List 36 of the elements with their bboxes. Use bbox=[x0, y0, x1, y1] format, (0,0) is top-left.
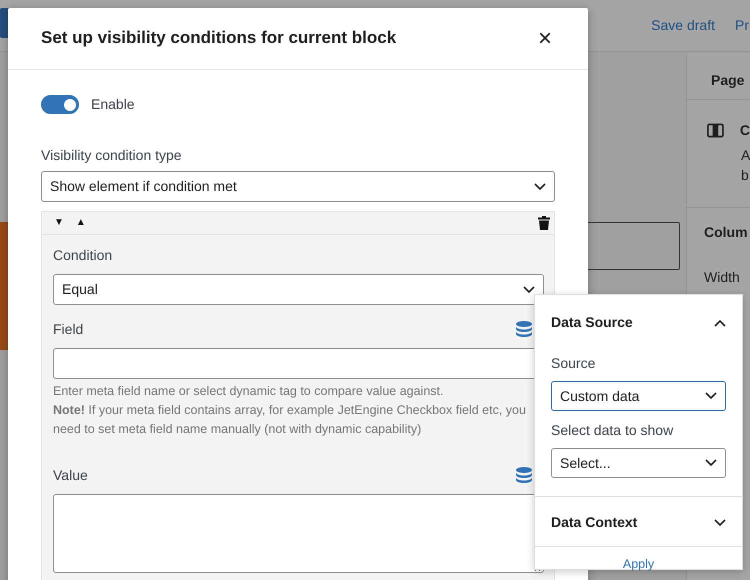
section-title[interactable]: Data Source bbox=[551, 312, 633, 333]
dialog-title: Set up visibility conditions for current block bbox=[41, 28, 396, 49]
apply-button[interactable]: Apply bbox=[622, 555, 654, 574]
field-label: Value bbox=[53, 466, 88, 485]
field-label: Field bbox=[53, 320, 84, 339]
select-field[interactable]: Custom data bbox=[551, 381, 726, 411]
sidebar-tab[interactable]: Page bbox=[711, 72, 744, 88]
chevron-icon bbox=[705, 392, 717, 400]
chevron-icon bbox=[534, 182, 546, 190]
field-label: Visibility condition type bbox=[41, 146, 183, 165]
block-title: C bbox=[740, 121, 750, 140]
move-down-button[interactable]: ▼ bbox=[50, 218, 68, 228]
columns-icon bbox=[707, 123, 724, 138]
width-label: Width bbox=[704, 268, 741, 287]
field-label: Select data to show bbox=[551, 421, 674, 440]
toggle-switch[interactable] bbox=[41, 95, 79, 114]
panel-title: Colum bbox=[704, 223, 749, 242]
help-text: Note! If your meta field contains array, for example JetEngine Checkbox field etc, you need to set meta field name manually (not with dynamic capability) bbox=[53, 402, 527, 438]
select-field[interactable]: Equal bbox=[53, 274, 544, 305]
chevron-icon bbox=[705, 459, 717, 467]
textarea-field[interactable] bbox=[53, 494, 544, 573]
database-icon[interactable] bbox=[516, 320, 532, 338]
section-title[interactable]: Data Context bbox=[551, 512, 638, 533]
field-label: Condition bbox=[53, 246, 114, 265]
move-up-button[interactable]: ▲ bbox=[72, 218, 90, 228]
help-text: Enter meta field name or select dynamic tag to compare value against. bbox=[53, 383, 444, 400]
select-field[interactable]: Select... bbox=[551, 448, 726, 478]
close-button[interactable]: × bbox=[534, 26, 556, 50]
chevron-icon bbox=[523, 286, 535, 294]
database-icon[interactable] bbox=[516, 466, 532, 484]
block-description: b bbox=[741, 166, 750, 185]
trash-icon[interactable] bbox=[538, 216, 550, 230]
toggle-label: Enable bbox=[91, 95, 135, 114]
select-field[interactable]: Show element if condition met bbox=[41, 171, 555, 202]
field-label: Source bbox=[551, 354, 596, 373]
block-description: A bbox=[741, 146, 750, 165]
